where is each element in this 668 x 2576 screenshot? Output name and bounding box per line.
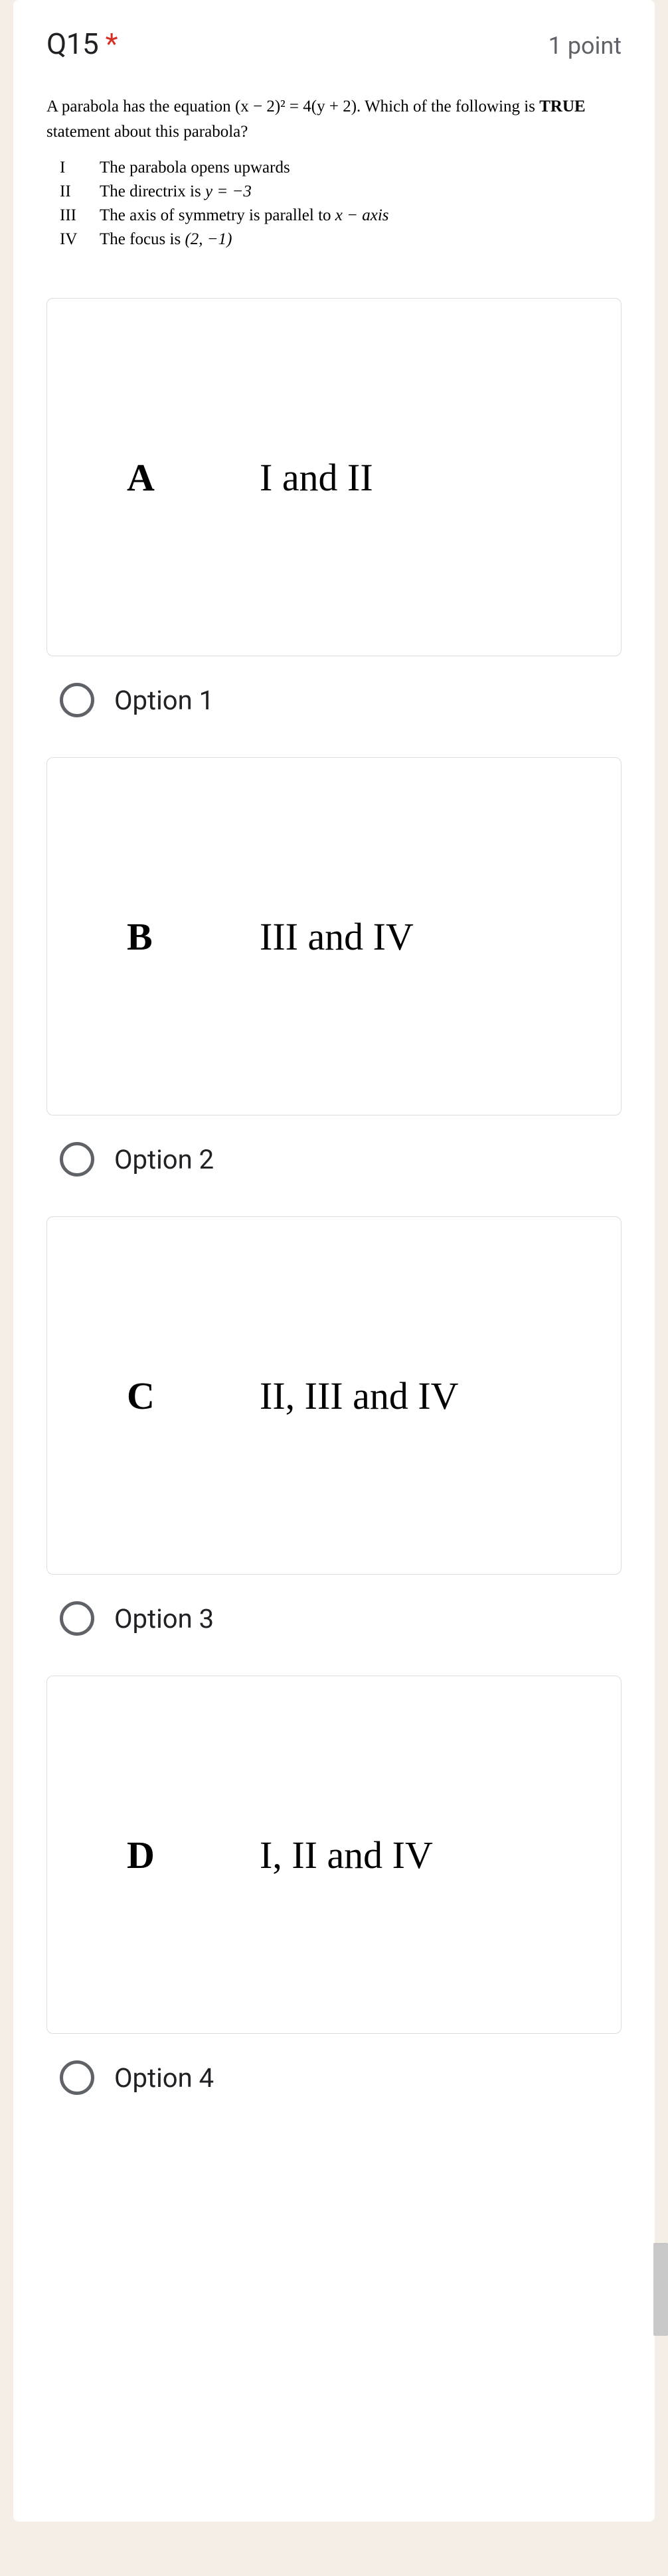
statement-num: I xyxy=(46,156,100,180)
option-letter: C xyxy=(127,1374,260,1418)
stem-bold: TRUE xyxy=(539,98,585,115)
question-points: 1 point xyxy=(548,32,622,60)
radio-label: Option 3 xyxy=(114,1603,214,1634)
radio-label: Option 4 xyxy=(114,2062,214,2094)
option-block-d: D I, II and IV Option 4 xyxy=(46,1676,622,2095)
statement-text: The axis of symmetry is parallel to x − … xyxy=(100,204,389,228)
option-image-c: C II, III and IV xyxy=(46,1216,622,1575)
statement-row: I The parabola opens upwards xyxy=(46,156,389,180)
question-header: Q15 * 1 point xyxy=(46,27,622,61)
stem-equation: (x − 2)² = 4(y + 2) xyxy=(235,98,357,115)
question-stem: A parabola has the equation (x − 2)² = 4… xyxy=(46,94,622,144)
statement-text-before: The focus is xyxy=(100,230,185,248)
statement-italic: x − axis xyxy=(335,206,389,224)
radio-circle-icon xyxy=(60,2060,94,2095)
statement-text: The directrix is y = −3 xyxy=(100,180,389,204)
option-letter: B xyxy=(127,914,260,959)
radio-label: Option 2 xyxy=(114,1144,214,1175)
option-image-a: A I and II xyxy=(46,298,622,656)
statement-text-before: The directrix is xyxy=(100,182,205,200)
radio-option-2[interactable]: Option 2 xyxy=(46,1142,622,1177)
statement-row: III The axis of symmetry is parallel to … xyxy=(46,204,389,228)
statement-text-before: The axis of symmetry is parallel to xyxy=(100,206,335,224)
question-card: Q15 * 1 point A parabola has the equatio… xyxy=(13,0,655,2522)
statement-num: IV xyxy=(46,228,100,251)
question-title: Q15 * xyxy=(46,27,118,61)
statement-num: III xyxy=(46,204,100,228)
scrollbar-thumb[interactable] xyxy=(653,2243,668,2336)
question-number: Q15 xyxy=(46,27,98,61)
required-asterisk: * xyxy=(106,27,118,61)
stem-intro-after: . Which of the following is xyxy=(357,98,539,115)
radio-circle-icon xyxy=(60,683,94,717)
radio-option-1[interactable]: Option 1 xyxy=(46,683,622,717)
statement-text: The focus is (2, −1) xyxy=(100,228,389,251)
option-answer: II, III and IV xyxy=(260,1374,459,1418)
option-answer: I, II and IV xyxy=(260,1833,433,1877)
option-letter: A xyxy=(127,455,260,500)
option-answer: I and II xyxy=(260,455,373,500)
option-block-a: A I and II Option 1 xyxy=(46,298,622,717)
radio-option-3[interactable]: Option 3 xyxy=(46,1601,622,1636)
radio-circle-icon xyxy=(60,1142,94,1177)
radio-option-4[interactable]: Option 4 xyxy=(46,2060,622,2095)
radio-label: Option 1 xyxy=(114,685,214,716)
stem-intro-before: A parabola has the equation xyxy=(46,98,235,115)
option-image-d: D I, II and IV xyxy=(46,1676,622,2034)
statement-num: II xyxy=(46,180,100,204)
stem-intro-end: statement about this parabola? xyxy=(46,123,248,141)
statement-text: The parabola opens upwards xyxy=(100,156,389,180)
statement-row: II The directrix is y = −3 xyxy=(46,180,389,204)
option-answer: III and IV xyxy=(260,914,414,959)
option-image-b: B III and IV xyxy=(46,757,622,1115)
option-block-c: C II, III and IV Option 3 xyxy=(46,1216,622,1636)
option-block-b: B III and IV Option 2 xyxy=(46,757,622,1177)
statement-row: IV The focus is (2, −1) xyxy=(46,228,389,251)
statement-italic: (2, −1) xyxy=(185,230,232,248)
statements-table: I The parabola opens upwards II The dire… xyxy=(46,156,389,251)
option-letter: D xyxy=(127,1833,260,1877)
radio-circle-icon xyxy=(60,1601,94,1636)
statement-italic: y = −3 xyxy=(205,182,252,200)
